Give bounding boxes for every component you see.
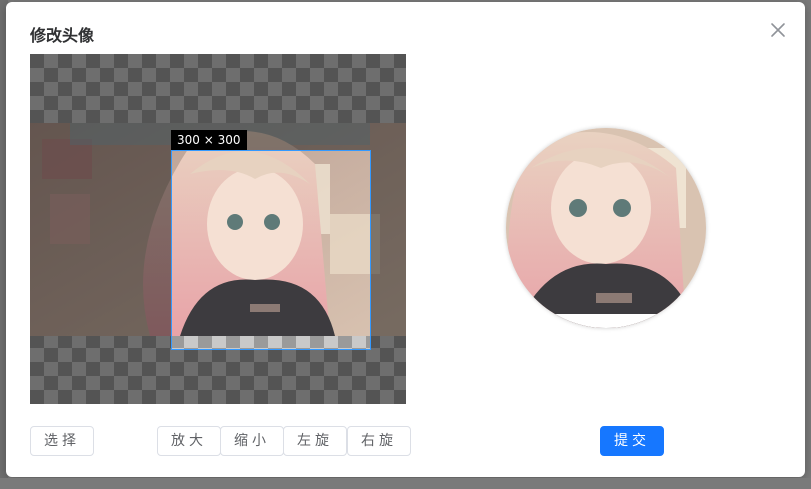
rotate-right-button[interactable]: 右旋 — [347, 426, 411, 456]
rotate-left-button[interactable]: 左旋 — [283, 426, 347, 456]
zoom-out-button[interactable]: 缩小 — [220, 426, 284, 456]
avatar-edit-dialog: 修改头像 300 × 300 选择 放大 缩小 左旋 右旋 提交 — [6, 2, 805, 477]
select-button[interactable]: 选择 — [30, 426, 94, 456]
page-backdrop-bottom — [0, 478, 811, 489]
image-cropper[interactable]: 300 × 300 — [30, 54, 406, 404]
close-icon[interactable] — [768, 20, 788, 40]
zoom-in-button[interactable]: 放大 — [157, 426, 221, 456]
crop-box[interactable] — [171, 150, 371, 350]
dialog-title: 修改头像 — [30, 26, 95, 45]
crop-size-label: 300 × 300 — [171, 130, 247, 150]
submit-button[interactable]: 提交 — [600, 426, 664, 456]
avatar-preview — [506, 128, 706, 328]
